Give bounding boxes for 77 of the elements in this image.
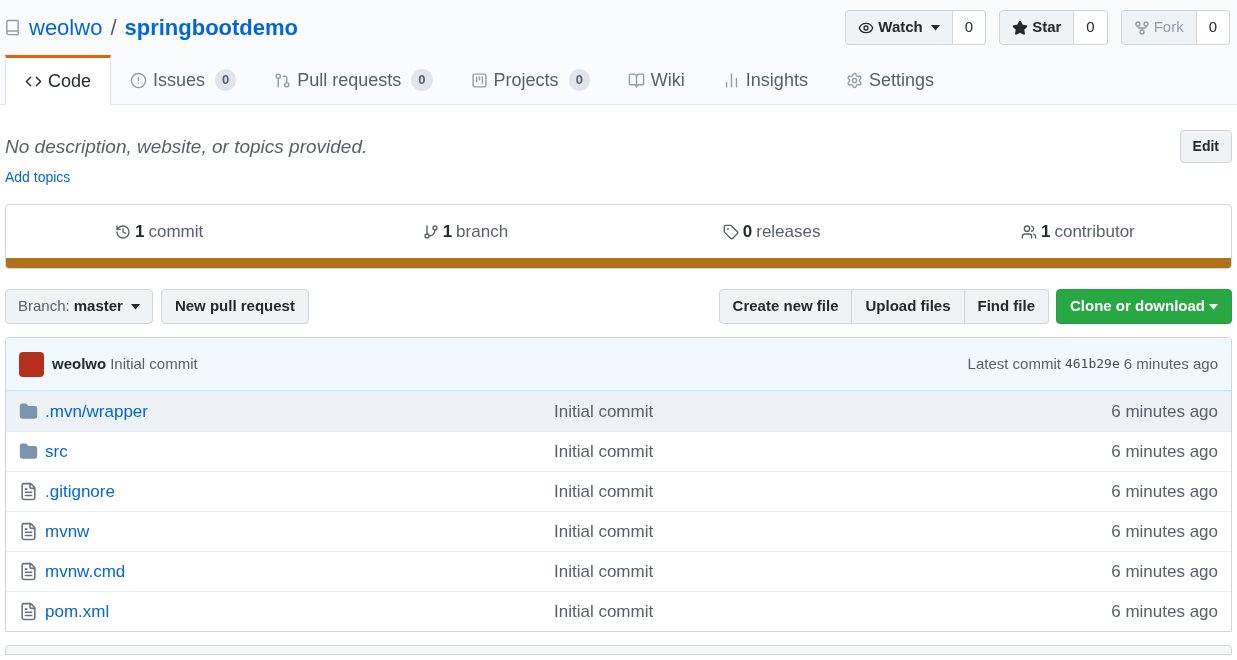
file-name-link[interactable]: .gitignore (45, 478, 115, 505)
folder-icon (19, 442, 38, 461)
file-name-link[interactable]: mvnw (45, 518, 90, 545)
alert-icon (130, 71, 148, 89)
stat-link[interactable]: 1 commit (6, 218, 313, 245)
repo-icon (4, 19, 21, 36)
commit-age: 6 minutes ago (1111, 600, 1218, 623)
repo-tab[interactable]: Pull requests 0 (255, 55, 452, 105)
caret-icon (1209, 303, 1218, 310)
stat-link[interactable]: 0 releases (618, 218, 925, 245)
commit-author[interactable]: weolwo (52, 352, 107, 376)
file-icon (19, 602, 38, 621)
repo-tab[interactable]: Insights (703, 55, 827, 105)
commit-age: 6 minutes ago (1111, 440, 1218, 463)
tab-counter: 0 (411, 69, 433, 91)
stat-link[interactable]: 1 contributor (924, 218, 1231, 245)
repo-tab[interactable]: Projects 0 (451, 55, 609, 105)
tab-counter: 0 (215, 69, 237, 91)
tab-counter: 0 (568, 69, 590, 91)
people-icon (1020, 223, 1037, 240)
repo-name-link[interactable]: springbootdemo (124, 11, 299, 44)
commit-age: 6 minutes ago (1111, 560, 1218, 583)
board-icon (470, 71, 488, 89)
settings-icon (845, 71, 863, 89)
file-row[interactable]: .mvn/wrapper Initial commit 6 minutes ago (6, 391, 1231, 431)
file-action-button[interactable]: Create new file (718, 289, 853, 324)
stat-link[interactable]: 1 branch (312, 218, 619, 245)
avatar-image (19, 351, 44, 377)
commit-message-link[interactable]: Initial commit (554, 598, 1112, 625)
commit-message-link[interactable]: Initial commit (554, 558, 1112, 585)
branch-label: Branch: (18, 296, 70, 317)
branch-name: master (73, 296, 123, 317)
commit-message[interactable]: Initial commit (110, 352, 198, 376)
commit-age: 6 minutes ago (1111, 480, 1218, 503)
repo-tab[interactable]: Wiki (608, 55, 704, 105)
file-name-link[interactable]: pom.xml (45, 598, 110, 625)
branch-select-button[interactable]: Branch: master (5, 289, 153, 324)
tag-icon (722, 223, 739, 240)
repo-tab[interactable]: Settings (826, 55, 953, 105)
commit-age: 6 minutes ago (1111, 400, 1218, 423)
commit-message-link[interactable]: Initial commit (554, 518, 1112, 545)
path-separator: / (110, 14, 117, 42)
commit-message-link[interactable]: Initial commit (554, 438, 1112, 465)
owner-link[interactable]: weolwo (29, 11, 103, 44)
edit-button[interactable]: Edit (1179, 130, 1232, 163)
commit-message-link[interactable]: Initial commit (554, 398, 1112, 425)
action-count[interactable]: 0 (952, 10, 987, 45)
commit-sha[interactable]: 461b29e (1064, 354, 1120, 374)
repo-tab[interactable]: Issues 0 (111, 55, 256, 105)
folder-icon (19, 402, 38, 421)
fork-icon (1133, 19, 1150, 36)
caret-icon (130, 303, 140, 310)
repo-description: No description, website, or topics provided. (5, 135, 368, 159)
file-icon (19, 522, 38, 541)
caret-icon (930, 24, 940, 31)
file-name-link[interactable]: .mvn/wrapper (45, 398, 148, 425)
file-icon (19, 562, 38, 581)
file-name-link[interactable]: src (45, 438, 68, 465)
commit-time: 6 minutes ago (1123, 353, 1218, 374)
repo-tab[interactable]: Code (5, 55, 112, 105)
branch-icon (422, 223, 439, 240)
action-count[interactable]: 0 (1074, 10, 1108, 45)
commit-age: 6 minutes ago (1111, 520, 1218, 543)
commit-message-link[interactable]: Initial commit (554, 478, 1112, 505)
add-topics-link[interactable]: Add topics (5, 169, 71, 185)
pull-request-icon (274, 71, 292, 89)
file-name-link[interactable]: mvnw.cmd (45, 558, 126, 585)
file-action-button[interactable]: Upload files (852, 289, 965, 324)
history-icon (115, 223, 131, 240)
latest-commit-label: Latest commit (967, 353, 1061, 374)
file-icon (19, 482, 38, 501)
new-pull-request-button[interactable]: New pull request (160, 289, 309, 324)
file-action-button[interactable]: Find file (964, 289, 1049, 324)
star-icon (1012, 19, 1029, 36)
repo-action-button[interactable]: Watch (845, 10, 953, 45)
book-icon (627, 71, 645, 89)
repo-action-button[interactable]: Star (999, 10, 1075, 45)
